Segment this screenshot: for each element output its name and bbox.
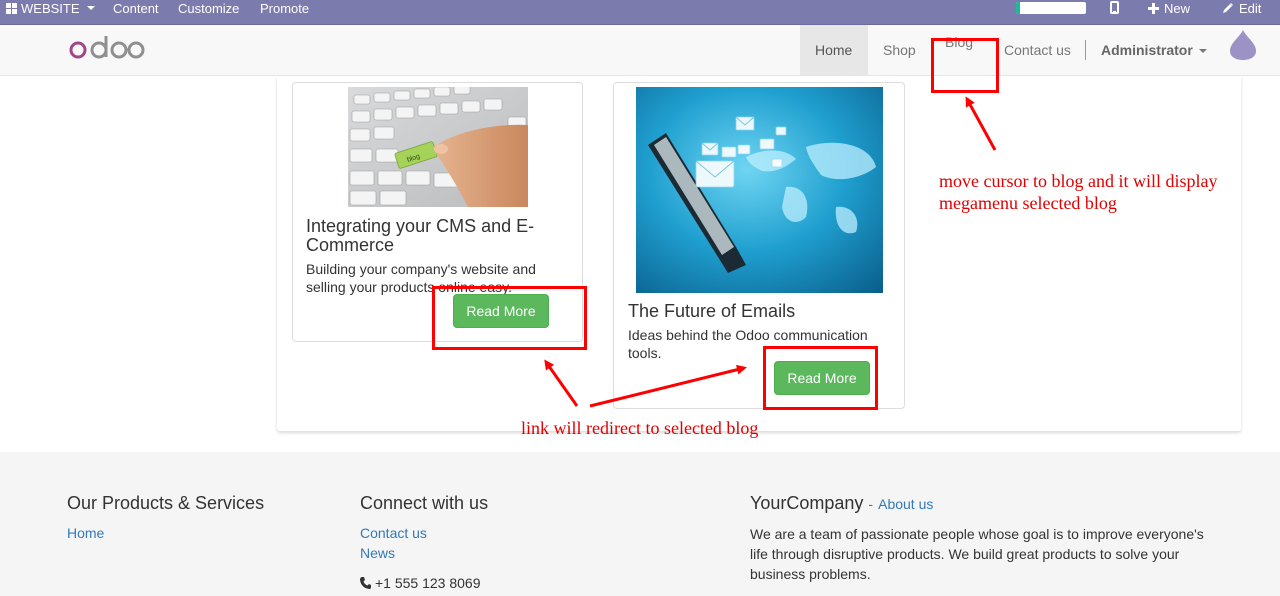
footer-products-heading: Our Products & Services — [67, 493, 265, 513]
footer-connect-heading: Connect with us — [360, 493, 489, 513]
arrow-to-read-more — [589, 364, 747, 408]
arrow-to-blog — [965, 96, 997, 151]
footer-link-news[interactable]: News — [360, 545, 395, 561]
annotation-blog-note: move cursor to blog and it will display … — [939, 171, 1218, 213]
footer-company-heading-row: YourCompany - About us — [750, 493, 933, 514]
footer: Our Products & Services Home Connect wit… — [0, 452, 1280, 596]
footer-link-contact-us[interactable]: Contact us — [360, 525, 427, 541]
arrow-to-read-more — [544, 359, 579, 407]
footer-company-text: We are a team of passionate people whose… — [750, 526, 1204, 582]
footer-company-heading: YourCompany — [750, 493, 864, 513]
footer-link-home[interactable]: Home — [67, 525, 104, 541]
phone-icon — [360, 577, 371, 589]
footer-about-us-link[interactable]: About us — [878, 496, 933, 512]
footer-about-separator: - — [868, 496, 874, 512]
annotation-link-note: link will redirect to selected blog — [521, 418, 759, 438]
footer-phone: +1 555 123 8069 — [360, 573, 481, 593]
footer-phone-number: +1 555 123 8069 — [375, 575, 481, 591]
